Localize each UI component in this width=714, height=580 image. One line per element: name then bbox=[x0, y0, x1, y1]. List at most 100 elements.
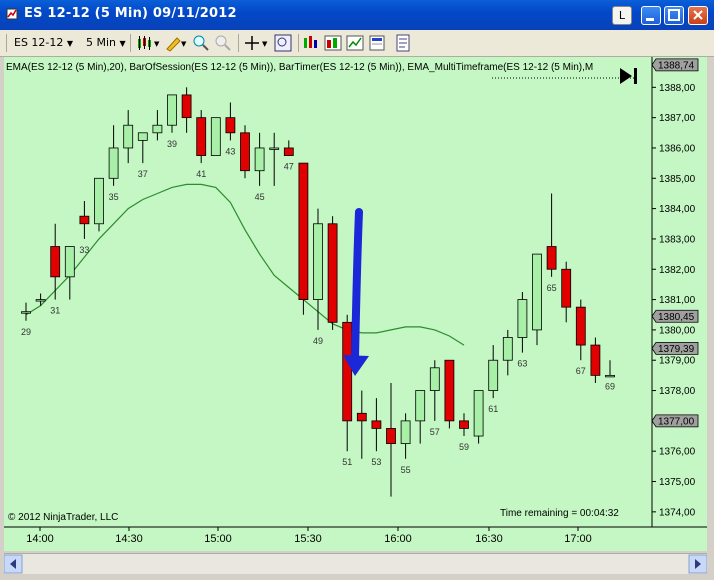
scrollbar-track bbox=[3, 554, 708, 574]
candle-body bbox=[225, 117, 236, 134]
x-tick-label: 15:30 bbox=[294, 533, 322, 545]
candle-body bbox=[137, 132, 148, 141]
y-tick-label: 1384,00 bbox=[659, 204, 696, 215]
candle bbox=[575, 299, 586, 361]
y-tick-label: 1385,00 bbox=[659, 174, 696, 185]
candle-body bbox=[269, 147, 280, 150]
y-tick-label: 1381,00 bbox=[659, 295, 696, 306]
price-marker-label: 1379,39 bbox=[658, 344, 695, 355]
price-marker: 1379,39 bbox=[651, 341, 699, 355]
candle-body bbox=[181, 94, 192, 119]
candle-body bbox=[313, 223, 323, 300]
candle bbox=[532, 253, 542, 346]
candle bbox=[400, 413, 411, 459]
ema-layer bbox=[25, 183, 465, 346]
bar-number-label: 31 bbox=[50, 306, 60, 316]
candle-body bbox=[429, 367, 440, 391]
y-tick-label: 1375,00 bbox=[659, 477, 696, 488]
candle-body bbox=[517, 299, 528, 338]
bar-number-label: 63 bbox=[517, 359, 527, 369]
candle bbox=[196, 110, 207, 164]
x-tick-label: 14:30 bbox=[115, 533, 143, 545]
y-tick-label: 1379,00 bbox=[659, 356, 696, 367]
candle bbox=[298, 162, 309, 315]
copyright-label: © 2012 NinjaTrader, LLC bbox=[8, 512, 119, 523]
bar-number-label: 55 bbox=[401, 465, 411, 475]
bar-number-label: 61 bbox=[488, 404, 498, 414]
candle-body bbox=[342, 321, 353, 422]
candle bbox=[371, 398, 382, 452]
candle bbox=[108, 125, 119, 186]
candle-body bbox=[94, 177, 104, 225]
candle bbox=[502, 329, 513, 376]
x-tick-label: 15:00 bbox=[204, 533, 232, 545]
candle-body bbox=[298, 162, 309, 300]
candle-body bbox=[108, 147, 119, 179]
candle bbox=[240, 125, 250, 179]
candle bbox=[590, 337, 601, 383]
candle-body bbox=[459, 420, 469, 429]
candle-body bbox=[590, 344, 601, 376]
bar-number-label: 43 bbox=[225, 146, 235, 156]
candle-body bbox=[532, 253, 542, 331]
candle bbox=[546, 193, 557, 277]
price-marker: 1377,00 bbox=[651, 414, 699, 427]
candle-body bbox=[50, 246, 61, 278]
candle-body bbox=[502, 337, 513, 361]
candle-body bbox=[386, 428, 396, 445]
bar-number-label: 29 bbox=[21, 327, 31, 337]
y-tick-label: 1378,00 bbox=[659, 386, 696, 397]
candle-body bbox=[283, 147, 294, 156]
candle bbox=[35, 293, 46, 306]
price-marker: 1388,74 bbox=[651, 58, 699, 71]
candle bbox=[152, 110, 163, 141]
candle-body bbox=[210, 117, 221, 156]
candle bbox=[123, 110, 134, 164]
bar-number-label: 67 bbox=[576, 366, 586, 376]
candle bbox=[137, 132, 148, 164]
candle bbox=[415, 390, 426, 444]
candle bbox=[459, 413, 469, 437]
candle bbox=[356, 390, 367, 459]
candle bbox=[181, 87, 192, 133]
candle-body bbox=[79, 215, 90, 225]
bar-number-label: 59 bbox=[459, 442, 469, 452]
candles-layer bbox=[21, 87, 615, 497]
x-ticks-layer: 14:00 14:30 15:00 15:30 16:00 16:30 17:00 bbox=[26, 527, 592, 545]
indicators-label: EMA(ES 12-12 (5 Min),20), BarOfSession(E… bbox=[6, 62, 594, 73]
candle bbox=[488, 345, 499, 399]
candle-body bbox=[21, 311, 31, 314]
bar-number-label: 41 bbox=[196, 169, 206, 179]
candle bbox=[210, 117, 221, 156]
ema-line bbox=[25, 183, 465, 346]
candle bbox=[50, 223, 61, 300]
candle bbox=[269, 132, 280, 186]
y-tick-label: 1388,00 bbox=[659, 83, 696, 94]
y-tick-label: 1383,00 bbox=[659, 234, 696, 245]
candle bbox=[386, 382, 396, 497]
bar-number-label: 35 bbox=[109, 192, 119, 202]
candle bbox=[225, 102, 236, 141]
candle-body bbox=[444, 359, 455, 422]
y-tick-label: 1376,00 bbox=[659, 447, 696, 458]
candle-body bbox=[167, 94, 177, 126]
candle bbox=[517, 292, 528, 353]
bar-number-label: 53 bbox=[371, 457, 381, 467]
x-tick-label: 17:00 bbox=[564, 533, 592, 545]
candle bbox=[444, 359, 455, 429]
price-marker-label: 1377,00 bbox=[658, 416, 695, 427]
y-tick-label: 1386,00 bbox=[659, 143, 696, 154]
bar-number-label: 39 bbox=[167, 139, 177, 149]
candle-body bbox=[473, 390, 484, 437]
candle-body bbox=[415, 390, 426, 422]
y-tick-label: 1382,00 bbox=[659, 265, 696, 276]
bar-number-label: 49 bbox=[313, 336, 323, 346]
candle bbox=[283, 140, 294, 156]
bar-number-label: 51 bbox=[342, 457, 352, 467]
candle bbox=[167, 94, 177, 133]
horizontal-scrollbar[interactable] bbox=[3, 553, 708, 574]
candle bbox=[473, 390, 484, 444]
bar-number-label: 47 bbox=[284, 162, 294, 172]
candle-body bbox=[123, 124, 134, 149]
y-tick-label: 1387,00 bbox=[659, 113, 696, 124]
